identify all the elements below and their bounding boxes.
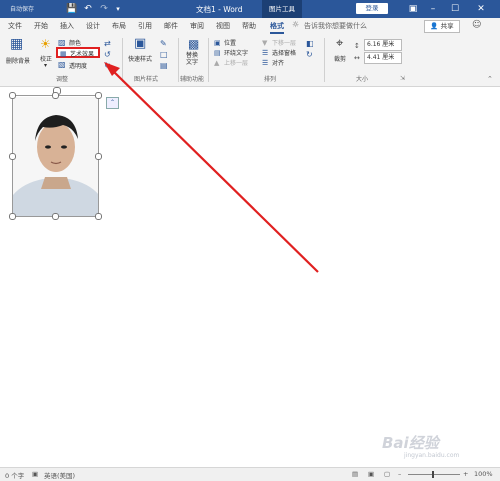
web-layout-icon[interactable]: ▢ (384, 470, 390, 478)
watermark-logo: Bai经验 (382, 434, 439, 452)
zoom-slider[interactable] (408, 474, 460, 475)
language-indicator[interactable]: 英语(美国) (44, 470, 75, 480)
status-bar: 0 个字 ▣ 英语(美国) ▤ ▣ ▢ – + 100% (0, 467, 500, 481)
print-layout-icon[interactable]: ▣ (368, 470, 374, 478)
annotation-arrow (104, 62, 319, 273)
zoom-level[interactable]: 100% (474, 470, 493, 478)
zoom-slider-thumb[interactable] (432, 471, 434, 478)
proofing-icon[interactable]: ▣ (32, 470, 38, 478)
zoom-in-icon[interactable]: + (463, 470, 468, 478)
zoom-out-icon[interactable]: – (398, 470, 401, 478)
word-count[interactable]: 0 个字 (5, 470, 24, 480)
watermark-url: jingyan.baidu.com (404, 452, 460, 459)
read-mode-icon[interactable]: ▤ (352, 470, 358, 478)
